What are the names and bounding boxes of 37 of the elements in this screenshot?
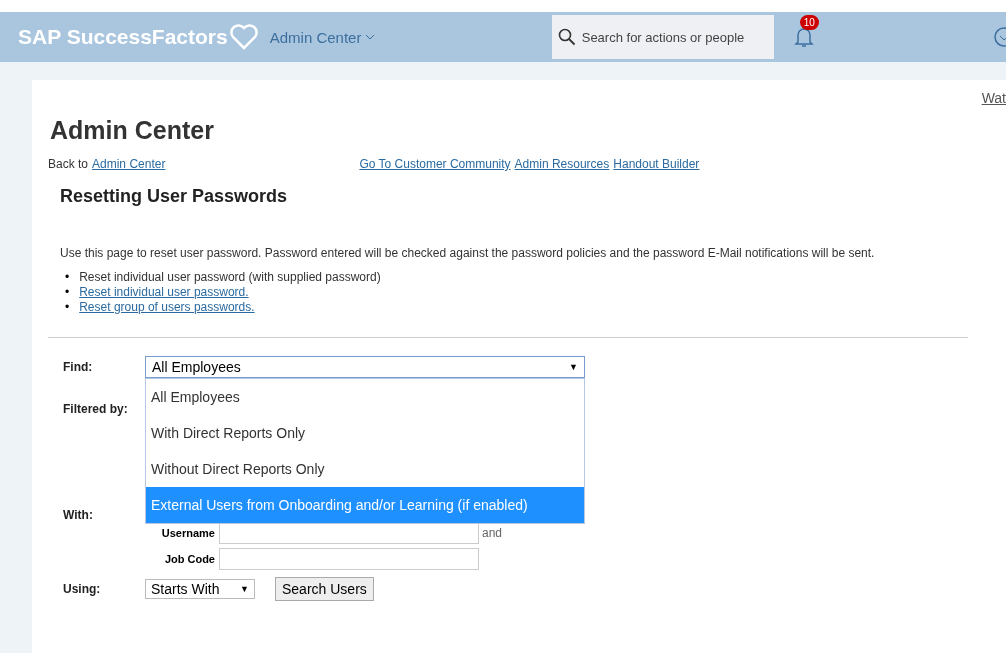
option-link[interactable]: Reset group of users passwords. — [79, 300, 255, 315]
option-text: Reset individual user password (with supplied password) — [79, 270, 381, 285]
search-icon — [557, 28, 576, 46]
find-label: Find: — [63, 360, 94, 374]
resource-link[interactable]: Go To Customer Community — [359, 157, 511, 171]
back-label: Back to — [48, 157, 89, 171]
module-menu[interactable]: Admin Center — [269, 28, 376, 46]
admin-center-link[interactable]: Admin Center — [92, 157, 166, 171]
search-users-button[interactable]: Search Users — [275, 577, 374, 601]
filtered-label: Filtered by: — [63, 402, 129, 416]
with-label: With: — [63, 508, 94, 522]
bullet: • — [65, 270, 70, 285]
watch-link[interactable]: Wat — [981, 90, 1006, 106]
and-label: and — [482, 526, 503, 540]
intro-text: Use this page to reset user password. Password entered will be checked against the password policies and the password E-Mail notifications will be sent. — [60, 246, 876, 260]
text-field[interactable] — [219, 548, 479, 570]
search-field[interactable]: Search for actions or people — [551, 15, 774, 59]
find-select[interactable]: All Employees ▼ — [145, 356, 585, 378]
chevron-icon — [365, 34, 376, 40]
using-label: Using: — [63, 582, 102, 596]
bullet: • — [65, 285, 70, 300]
match-select[interactable]: Starts With ▼ — [145, 579, 255, 599]
notification-badge: 10 — [799, 15, 819, 30]
circle-chevron-icon[interactable] — [992, 25, 1006, 49]
resource-link[interactable]: Admin Resources — [514, 157, 610, 171]
heart-icon — [229, 24, 258, 50]
caret-icon: ▼ — [240, 584, 249, 594]
text-field[interactable] — [219, 522, 479, 544]
field-label: Username — [160, 527, 215, 539]
page-title: Admin Center — [50, 116, 215, 145]
field-label: Job Code — [163, 553, 215, 565]
caret-icon: ▼ — [569, 362, 578, 372]
section-title: Resetting User Passwords — [60, 186, 289, 207]
bullet: • — [65, 300, 70, 315]
dropdown-option[interactable]: External Users from Onboarding and/or Learning (if enabled) — [146, 487, 584, 523]
resource-link[interactable]: Handout Builder — [613, 157, 700, 171]
option-link[interactable]: Reset individual user password. — [79, 285, 249, 300]
